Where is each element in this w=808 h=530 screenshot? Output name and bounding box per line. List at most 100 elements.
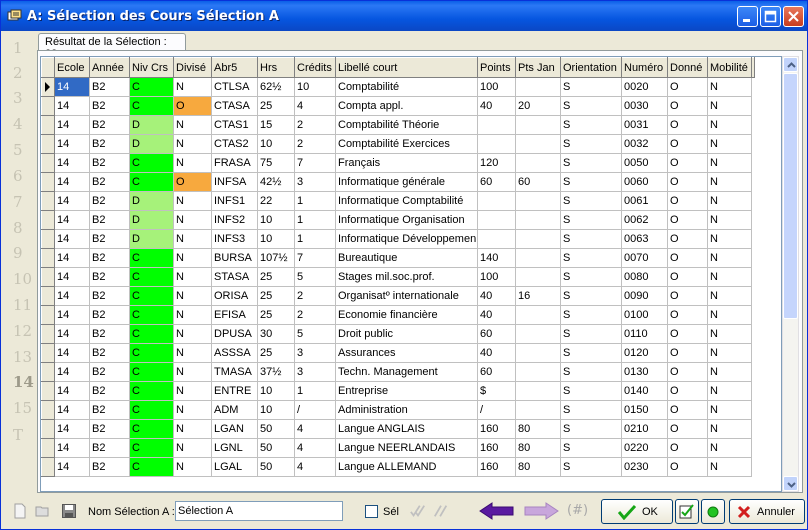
column-header[interactable]: Points [477, 57, 516, 78]
table-row[interactable]: 14 B2 C N STASA 25 5 Stages mil.soc.prof. 100 S 00… [41, 267, 755, 287]
table-cell[interactable]: O [667, 400, 708, 420]
table-cell[interactable]: 4 [294, 96, 336, 116]
table-cell[interactable]: B2 [89, 153, 130, 173]
table-cell[interactable]: O [667, 267, 708, 287]
column-header[interactable]: Orientation [560, 57, 622, 78]
row-indicator[interactable] [41, 400, 55, 420]
table-cell[interactable]: C [129, 305, 174, 325]
table-cell[interactable]: 14 [54, 153, 90, 173]
table-row[interactable]: 14 B2 C N ORISA 25 2 Organisatº internationale 4… [41, 286, 755, 306]
table-cell[interactable]: 40 [477, 286, 516, 306]
table-cell[interactable]: C [129, 419, 174, 439]
tab-resultat-selection[interactable]: Résultat de la Sélection : 23 [38, 33, 186, 60]
table-cell[interactable]: 0050 [621, 153, 668, 173]
table-cell[interactable]: 160 [477, 419, 516, 439]
table-cell[interactable]: D [129, 134, 174, 154]
table-cell[interactable] [515, 134, 561, 154]
vertical-scrollbar[interactable] [782, 56, 799, 492]
table-cell[interactable]: N [173, 134, 212, 154]
table-cell[interactable]: O [173, 96, 212, 116]
table-cell[interactable]: N [707, 191, 752, 211]
table-cell[interactable]: Langue NEERLANDAIS [335, 438, 478, 458]
table-cell[interactable]: CTLSA [211, 77, 258, 97]
table-cell[interactable]: 14 [54, 77, 90, 97]
table-cell[interactable]: N [707, 343, 752, 363]
table-cell[interactable]: 14 [54, 438, 90, 458]
table-cell[interactable]: 0110 [621, 324, 668, 344]
table-row[interactable]: 14 B2 C N BURSA 107½ 7 Bureautique 140 S 0070 O N [41, 248, 755, 268]
table-cell[interactable]: 0080 [621, 267, 668, 287]
row-indicator[interactable] [41, 362, 55, 382]
table-cell[interactable]: B2 [89, 267, 130, 287]
row-indicator[interactable] [41, 77, 55, 97]
table-cell[interactable]: 14 [54, 419, 90, 439]
table-cell[interactable]: B2 [89, 191, 130, 211]
table-cell[interactable]: Stages mil.soc.prof. [335, 267, 478, 287]
table-cell[interactable]: O [667, 248, 708, 268]
table-cell[interactable]: B2 [89, 438, 130, 458]
table-cell[interactable]: N [707, 324, 752, 344]
table-cell[interactable]: 14 [54, 134, 90, 154]
table-row[interactable]: 14 B2 C N ADM 10/Administration / S 0150 O N [41, 400, 755, 420]
table-cell[interactable]: Français [335, 153, 478, 173]
table-cell[interactable]: C [129, 343, 174, 363]
table-cell[interactable]: 14 [54, 286, 90, 306]
table-cell[interactable]: O [667, 115, 708, 135]
table-cell[interactable]: S [560, 77, 622, 97]
table-cell[interactable]: B2 [89, 324, 130, 344]
table-cell[interactable]: 0220 [621, 438, 668, 458]
line-number[interactable]: 10 [13, 270, 32, 288]
table-cell[interactable]: B2 [89, 305, 130, 325]
table-cell[interactable]: N [173, 115, 212, 135]
table-cell[interactable]: Bureautique [335, 248, 478, 268]
maximize-button[interactable] [760, 6, 781, 27]
save-icon[interactable] [61, 503, 77, 519]
table-row[interactable]: 14 B2 C N FRASA 75 7 Français 120 S 0050 O N [41, 153, 755, 173]
table-cell[interactable]: B2 [89, 229, 130, 249]
column-header[interactable]: Année [89, 57, 130, 78]
table-cell[interactable]: 0150 [621, 400, 668, 420]
row-indicator[interactable] [41, 457, 55, 477]
table-cell[interactable]: B2 [89, 248, 130, 268]
table-cell[interactable]: Informatique Comptabilité [335, 191, 478, 211]
table-cell[interactable]: O [667, 134, 708, 154]
table-cell[interactable]: LGAL [211, 457, 258, 477]
table-cell[interactable]: INFS1 [211, 191, 258, 211]
table-cell[interactable]: Economie financière [335, 305, 478, 325]
table-cell[interactable]: C [129, 457, 174, 477]
row-indicator[interactable] [41, 153, 55, 173]
table-row[interactable]: 14 B2 C N ENTRE 10 1 Entreprise $ S 0140 O N [41, 381, 755, 401]
table-cell[interactable]: C [129, 362, 174, 382]
table-cell[interactable]: N [707, 362, 752, 382]
table-cell[interactable]: 4 [294, 438, 336, 458]
table-cell[interactable]: O [667, 286, 708, 306]
table-cell[interactable]: 14 [54, 400, 90, 420]
table-cell[interactable]: 22 [257, 191, 295, 211]
line-number[interactable]: 6 [13, 167, 23, 185]
table-cell[interactable] [515, 229, 561, 249]
table-cell[interactable]: 14 [54, 324, 90, 344]
table-cell[interactable]: 10 [257, 229, 295, 249]
table-cell[interactable]: 10 [257, 381, 295, 401]
table-cell[interactable]: LGAN [211, 419, 258, 439]
table-cell[interactable]: N [707, 419, 752, 439]
table-row[interactable]: 14 B2 D N INFS1 22 1 Informatique Comptabilité S… [41, 191, 755, 211]
close-button[interactable] [783, 6, 804, 27]
results-grid[interactable]: Ecole Année Niv Crs Divisé Abr5 Hrs Crédits Lib… [40, 56, 782, 492]
table-cell[interactable]: N [173, 381, 212, 401]
table-cell[interactable]: Comptabilité Exercices [335, 134, 478, 154]
table-cell[interactable]: 14 [54, 191, 90, 211]
table-cell[interactable]: C [129, 381, 174, 401]
table-cell[interactable]: N [173, 210, 212, 230]
table-cell[interactable]: D [129, 229, 174, 249]
table-cell[interactable]: Informatique Organisation [335, 210, 478, 230]
table-cell[interactable] [515, 77, 561, 97]
open-folder-icon[interactable] [35, 503, 51, 519]
table-cell[interactable]: N [173, 419, 212, 439]
table-cell[interactable]: / [294, 400, 336, 420]
table-cell[interactable]: S [560, 248, 622, 268]
table-cell[interactable]: B2 [89, 77, 130, 97]
table-cell[interactable]: 0031 [621, 115, 668, 135]
table-cell[interactable]: B2 [89, 419, 130, 439]
table-cell[interactable]: 3 [294, 343, 336, 363]
